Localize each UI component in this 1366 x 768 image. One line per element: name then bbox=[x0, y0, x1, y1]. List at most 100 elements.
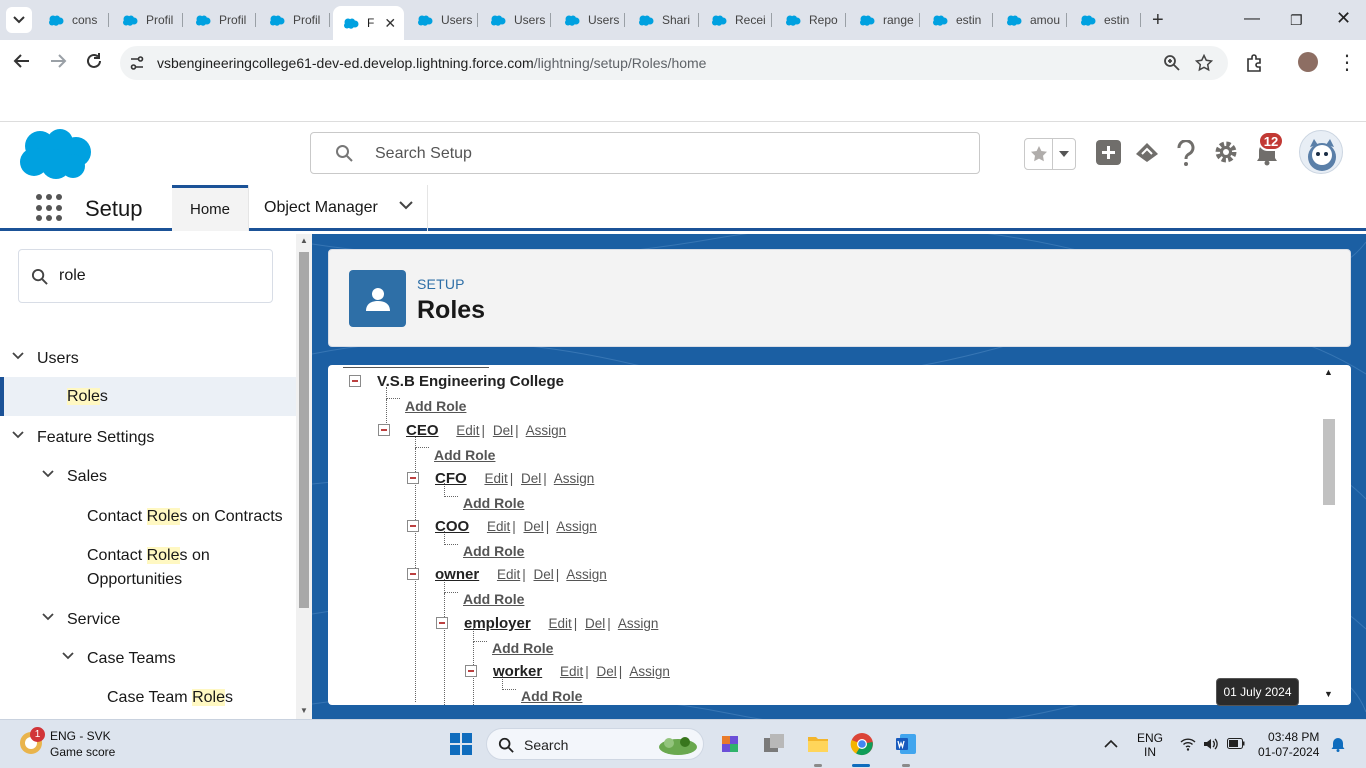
user-avatar[interactable] bbox=[1299, 130, 1343, 174]
role-name-link[interactable]: CEO bbox=[406, 422, 439, 439]
sidebar-scrollbar[interactable]: ▲ ▼ bbox=[296, 234, 312, 719]
browser-tab[interactable]: Profil bbox=[259, 6, 330, 34]
file-explorer-icon[interactable] bbox=[806, 732, 830, 756]
tree-item-feature-settings[interactable]: Feature Settings bbox=[0, 427, 296, 449]
browser-tab[interactable]: F ✕ bbox=[333, 6, 404, 40]
edit-link[interactable]: Edit bbox=[484, 471, 507, 486]
sidebar-scroll-thumb[interactable] bbox=[299, 252, 309, 608]
quick-find-input[interactable] bbox=[59, 265, 259, 287]
add-role-link[interactable]: Add Role bbox=[521, 686, 582, 705]
assign-link[interactable]: Assign bbox=[566, 567, 607, 582]
scroll-up-arrow-icon[interactable]: ▲ bbox=[300, 236, 308, 245]
add-role-link[interactable]: Add Role bbox=[463, 589, 524, 609]
browser-tab[interactable]: amou bbox=[996, 6, 1067, 34]
back-button[interactable] bbox=[13, 52, 31, 75]
tab-search-button[interactable] bbox=[6, 7, 32, 33]
assign-link[interactable]: Assign bbox=[554, 471, 595, 486]
browser-tab[interactable]: Users bbox=[554, 6, 625, 34]
browser-tab[interactable]: Shari bbox=[628, 6, 699, 34]
setup-search-input[interactable] bbox=[375, 143, 955, 165]
scroll-up-arrow-icon[interactable]: ▲ bbox=[1324, 367, 1333, 377]
quick-find-box[interactable] bbox=[18, 249, 273, 303]
collapse-icon[interactable] bbox=[465, 665, 477, 677]
wifi-icon[interactable] bbox=[1180, 737, 1196, 751]
setup-gear-icon[interactable] bbox=[1214, 140, 1238, 164]
tree-item-case-teams[interactable]: Case Teams bbox=[0, 648, 296, 670]
forward-button[interactable] bbox=[49, 52, 67, 75]
del-link[interactable]: Del bbox=[597, 664, 617, 679]
del-link[interactable]: Del bbox=[534, 567, 554, 582]
edit-link[interactable]: Edit bbox=[487, 519, 510, 534]
language-indicator[interactable]: ENG IN bbox=[1137, 731, 1163, 759]
browser-tab[interactable]: Repo bbox=[775, 6, 846, 34]
browser-tab[interactable]: Users bbox=[407, 6, 478, 34]
browser-tab[interactable]: range bbox=[849, 6, 920, 34]
del-link[interactable]: Del bbox=[521, 471, 541, 486]
role-name-link[interactable]: owner bbox=[435, 566, 479, 583]
word-taskbar-icon[interactable] bbox=[894, 732, 918, 756]
collapse-icon[interactable] bbox=[407, 568, 419, 580]
edit-link[interactable]: Edit bbox=[548, 616, 571, 631]
browser-tab[interactable]: estin bbox=[1070, 6, 1141, 34]
tree-item-roles[interactable]: Roles bbox=[0, 377, 296, 416]
restore-button[interactable]: ❐ bbox=[1290, 12, 1303, 29]
favorite-star-button[interactable] bbox=[1025, 139, 1053, 169]
add-role-link[interactable]: Add Role bbox=[463, 493, 524, 513]
new-tab-button[interactable]: + bbox=[1152, 10, 1164, 30]
chevron-up-icon[interactable] bbox=[1104, 739, 1118, 748]
chrome-menu-button[interactable]: ⋮ bbox=[1337, 50, 1357, 75]
setup-search-box[interactable] bbox=[310, 132, 980, 174]
role-name-link[interactable]: employer bbox=[464, 615, 531, 632]
role-panel-scroll-thumb[interactable] bbox=[1323, 419, 1335, 505]
taskbar-clock[interactable]: 03:48 PM 01-07-2024 bbox=[1258, 730, 1319, 760]
extensions-icon[interactable] bbox=[1245, 53, 1265, 73]
tree-item-service[interactable]: Service bbox=[0, 609, 296, 631]
tab-home[interactable]: Home bbox=[172, 185, 248, 231]
copilot-pre-icon[interactable] bbox=[718, 732, 742, 756]
add-role-link[interactable]: Add Role bbox=[492, 638, 553, 658]
windows-start-icon[interactable] bbox=[449, 732, 473, 756]
address-bar[interactable]: vsbengineeringcollege61-dev-ed.develop.l… bbox=[120, 46, 1228, 80]
scroll-down-arrow-icon[interactable]: ▼ bbox=[1324, 689, 1333, 699]
profile-avatar[interactable] bbox=[1298, 52, 1318, 72]
browser-tab[interactable]: estin bbox=[922, 6, 993, 34]
widget-line1[interactable]: ENG - SVK bbox=[50, 729, 111, 743]
tree-item-contact-roles-contracts[interactable]: Contact Roles on Contracts bbox=[0, 506, 296, 528]
site-info-icon[interactable] bbox=[128, 54, 146, 72]
browser-tab[interactable]: Recei bbox=[701, 6, 772, 34]
browser-tab[interactable]: Profil bbox=[112, 6, 183, 34]
collapse-icon[interactable] bbox=[407, 520, 419, 532]
assign-link[interactable]: Assign bbox=[618, 616, 659, 631]
role-name-link[interactable]: COO bbox=[435, 518, 469, 535]
taskbar-search-box[interactable]: Search bbox=[486, 728, 704, 760]
minimize-button[interactable]: — bbox=[1244, 10, 1260, 28]
global-actions-icon[interactable] bbox=[1096, 140, 1121, 165]
browser-tab[interactable]: cons bbox=[38, 6, 109, 34]
notification-center-bell-icon[interactable] bbox=[1331, 736, 1345, 752]
assign-link[interactable]: Assign bbox=[526, 423, 567, 438]
tree-item-case-team-roles[interactable]: Case Team Roles bbox=[0, 687, 296, 709]
del-link[interactable]: Del bbox=[585, 616, 605, 631]
tree-item-contact-roles-opportunities[interactable]: Contact Roles on Opportunities bbox=[0, 545, 296, 591]
role-name-link[interactable]: CFO bbox=[435, 470, 467, 487]
add-role-link[interactable]: Add Role bbox=[405, 396, 466, 416]
chevron-down-icon[interactable] bbox=[399, 201, 413, 210]
battery-icon[interactable] bbox=[1227, 738, 1245, 749]
collapse-icon[interactable] bbox=[436, 617, 448, 629]
edit-link[interactable]: Edit bbox=[497, 567, 520, 582]
chrome-taskbar-icon[interactable] bbox=[850, 732, 874, 756]
edit-link[interactable]: Edit bbox=[456, 423, 479, 438]
close-tab-icon[interactable]: ✕ bbox=[384, 15, 396, 32]
tree-item-users[interactable]: Users bbox=[0, 348, 296, 370]
trailhead-guidance-icon[interactable] bbox=[1134, 140, 1160, 164]
zoom-icon[interactable] bbox=[1163, 54, 1181, 72]
role-name-link[interactable]: worker bbox=[493, 663, 542, 680]
tab-object-manager[interactable]: Object Manager bbox=[248, 185, 428, 231]
edit-link[interactable]: Edit bbox=[560, 664, 583, 679]
browser-tab[interactable]: Users bbox=[480, 6, 551, 34]
scroll-down-arrow-icon[interactable]: ▼ bbox=[300, 706, 308, 715]
browser-tab[interactable]: Profil bbox=[185, 6, 256, 34]
add-role-link[interactable]: Add Role bbox=[434, 445, 495, 465]
widget-line2[interactable]: Game score bbox=[50, 745, 115, 759]
collapse-icon[interactable] bbox=[378, 424, 390, 436]
